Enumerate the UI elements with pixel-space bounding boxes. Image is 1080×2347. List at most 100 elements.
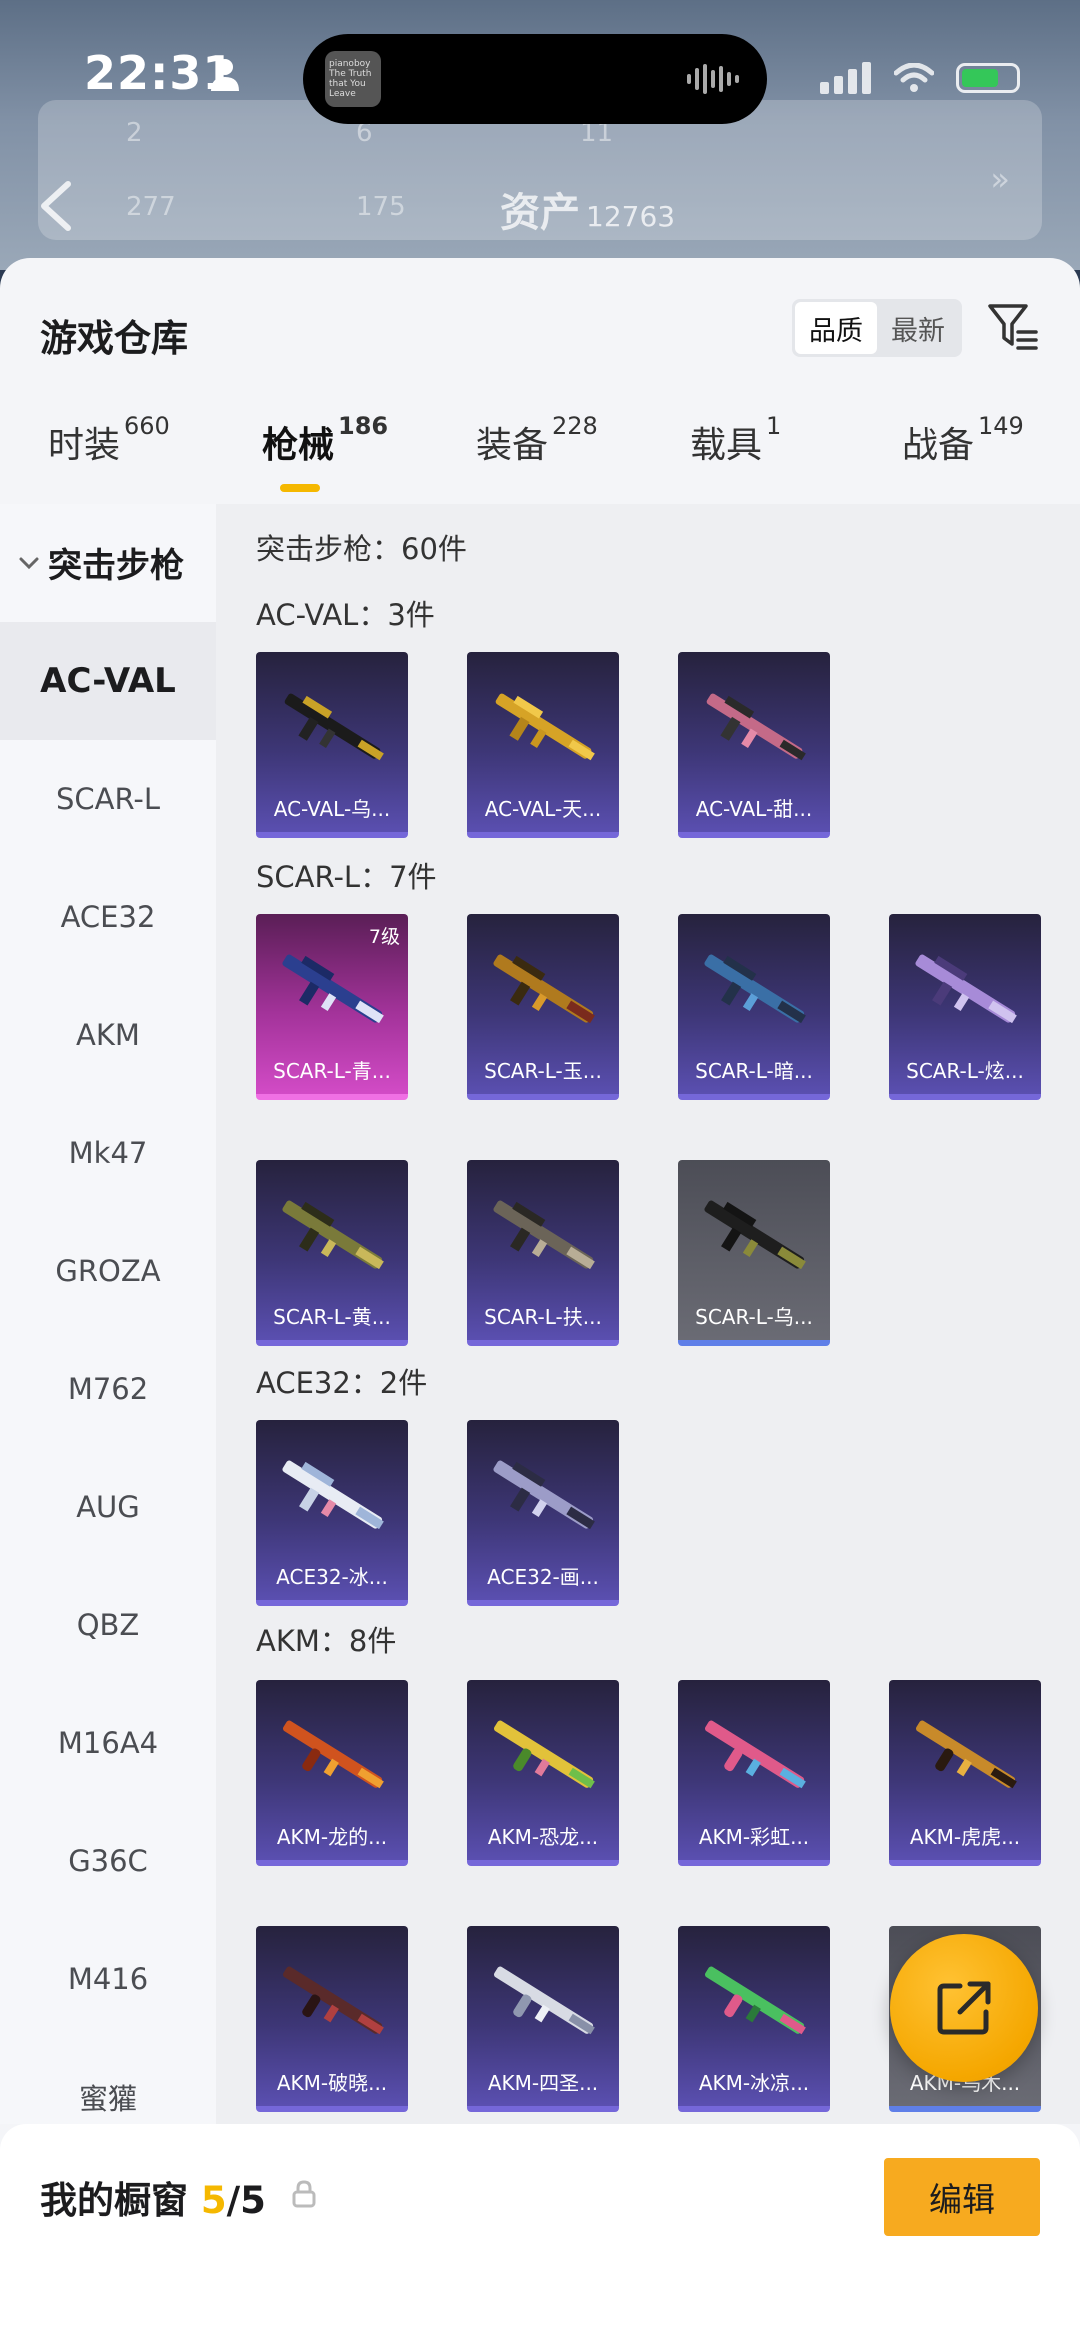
weapon-card[interactable]: SCAR-L-炫... — [889, 914, 1041, 1100]
bg-stat: 175 — [356, 192, 406, 222]
weapon-card-name: SCAR-L-暗... — [695, 1059, 813, 1083]
weapon-card[interactable]: SCAR-L-暗... — [678, 914, 830, 1100]
weapon-card-name: SCAR-L-炫... — [906, 1059, 1024, 1083]
weapon-card-name: AC-VAL-甜... — [695, 797, 813, 821]
rifle-icon — [915, 1720, 1017, 1789]
rifle-icon — [704, 1720, 806, 1789]
lock-icon — [292, 2180, 316, 2208]
rifle-icon — [282, 1720, 384, 1789]
showcase-count: 5 — [200, 2179, 227, 2222]
weapon-card[interactable]: AC-VAL-甜... — [678, 652, 830, 838]
weapon-card-name: AKM-虎虎... — [909, 1825, 1021, 1849]
showcase-label: 我的橱窗 5/5 — [40, 2170, 266, 2224]
weapon-card[interactable]: ACE32-冰... — [256, 1420, 408, 1606]
status-icons — [820, 62, 1020, 94]
rifle-icon — [282, 954, 384, 1024]
weapon-card[interactable]: AC-VAL-天... — [467, 652, 619, 838]
sort-by-quality[interactable]: 品质 — [795, 302, 877, 354]
tab-count: 149 — [978, 412, 1024, 440]
rifle-icon — [282, 1460, 384, 1530]
sidebar-item-aug[interactable]: AUG — [0, 1448, 216, 1566]
weapon-card[interactable]: SCAR-L-玉... — [467, 914, 619, 1100]
share-button[interactable] — [890, 1934, 1038, 2082]
tab-count: 1 — [766, 412, 782, 440]
page-title: 游戏仓库 — [40, 317, 188, 360]
weapon-card[interactable]: 7级 SCAR-L-青... — [256, 914, 408, 1100]
rifle-icon — [706, 693, 806, 761]
sort-by-newest[interactable]: 最新 — [877, 302, 959, 354]
tab-count: 660 — [124, 412, 170, 440]
weapon-card-name: ACE32-画... — [487, 1565, 599, 1589]
warehouse-sheet: 游戏仓库 品质 最新 时装 660 枪械 186 装备 228 载具 1 战备 149 突… — [0, 258, 1080, 2347]
rifle-icon — [493, 1966, 595, 2035]
sidebar-item-m762[interactable]: M762 — [0, 1330, 216, 1448]
sidebar-item-m16a4[interactable]: M16A4 — [0, 1684, 216, 1802]
audio-wave-icon — [687, 64, 739, 94]
tab-equipment[interactable]: 装备 228 — [476, 412, 598, 468]
tab-fashion[interactable]: 时装 660 — [48, 412, 170, 468]
weapon-card-name: SCAR-L-扶... — [484, 1305, 602, 1329]
assets-value: 12763 — [586, 200, 676, 233]
album-thumbnail: pianoboy The Truth that You Leave — [325, 51, 381, 107]
sidebar-item-ac-val[interactable]: AC-VAL — [0, 622, 216, 740]
tab-supplies[interactable]: 战备 149 — [902, 412, 1024, 468]
weapon-card[interactable]: SCAR-L-扶... — [467, 1160, 619, 1346]
weapon-card-name: AKM-破晓... — [276, 2071, 388, 2095]
weapon-card-name: SCAR-L-黄... — [273, 1305, 391, 1329]
rifle-icon — [493, 1200, 595, 1270]
sidebar-item-qbz[interactable]: QBZ — [0, 1566, 216, 1684]
sidebar-item-mk47[interactable]: Mk47 — [0, 1094, 216, 1212]
section-label: ACE32：2件 — [256, 1366, 428, 1400]
rifle-icon — [493, 954, 595, 1024]
dynamic-island: pianoboy The Truth that You Leave — [303, 34, 767, 124]
weapon-card[interactable]: AKM-龙的... — [256, 1680, 408, 1866]
weapon-card[interactable]: AKM-虎虎... — [889, 1680, 1041, 1866]
assets-label: 资产 — [500, 190, 580, 236]
section-label: AC-VAL：3件 — [256, 598, 435, 632]
sort-toggle[interactable]: 品质 最新 — [792, 299, 962, 357]
tab-label: 枪械 — [262, 425, 335, 466]
tab-count: 228 — [552, 412, 598, 440]
tab-vehicles[interactable]: 载具 1 — [690, 412, 781, 468]
weapon-card[interactable]: SCAR-L-乌... — [678, 1160, 830, 1346]
weapon-card[interactable]: AKM-破晓... — [256, 1926, 408, 2112]
weapon-card[interactable]: AKM-恐龙... — [467, 1680, 619, 1866]
weapon-card[interactable]: ACE32-画... — [467, 1420, 619, 1606]
section-label: AKM：8件 — [256, 1624, 397, 1658]
category-header[interactable]: 突击步枪 — [18, 538, 184, 587]
weapon-card-name: AKM-恐龙... — [487, 1825, 599, 1849]
weapon-card[interactable]: AKM-四圣... — [467, 1926, 619, 2112]
weapon-grid: 突击步枪：60件 AC-VAL：3件 AC-VAL-乌... AC-VAL-天.… — [216, 504, 1080, 2124]
sidebar-item-m416[interactable]: M416 — [0, 1920, 216, 2038]
weapon-sidebar: 突击步枪 AC-VAL SCAR-L ACE32 AKM Mk47 GROZA … — [0, 504, 216, 2124]
weapon-card[interactable]: AKM-冰凉... — [678, 1926, 830, 2112]
sidebar-item-akm[interactable]: AKM — [0, 976, 216, 1094]
weapon-card-name: AC-VAL-乌... — [273, 797, 391, 821]
active-tab-indicator — [280, 484, 320, 492]
weapon-card-name: AC-VAL-天... — [484, 797, 602, 821]
category-header-label: 突击步枪 — [48, 546, 184, 586]
sidebar-item-g36c[interactable]: G36C — [0, 1802, 216, 1920]
tab-label: 载具 — [690, 425, 763, 466]
tab-firearms[interactable]: 枪械 186 — [262, 412, 388, 468]
back-arrow-icon[interactable] — [34, 178, 80, 234]
weapon-card-name: AKM-彩虹... — [698, 1825, 810, 1849]
edit-button[interactable]: 编辑 — [884, 2158, 1040, 2236]
filter-icon[interactable] — [986, 300, 1038, 352]
sidebar-item-groza[interactable]: GROZA — [0, 1212, 216, 1330]
rifle-icon — [495, 693, 595, 761]
category-summary: 突击步枪：60件 — [256, 532, 467, 566]
category-tabs: 时装 660 枪械 186 装备 228 载具 1 战备 149 — [0, 412, 1080, 496]
sidebar-item-ace32[interactable]: ACE32 — [0, 858, 216, 976]
section-label: SCAR-L：7件 — [256, 860, 437, 894]
weapon-card-name: AKM-冰凉... — [698, 2071, 810, 2095]
weapon-card-name: AKM-四圣... — [487, 2071, 599, 2095]
person-icon — [211, 59, 239, 91]
chevron-right-icon: » — [990, 160, 1010, 198]
sidebar-item-scar-l[interactable]: SCAR-L — [0, 740, 216, 858]
rifle-icon — [493, 1460, 595, 1530]
weapon-card[interactable]: SCAR-L-黄... — [256, 1160, 408, 1346]
weapon-card[interactable]: AKM-彩虹... — [678, 1680, 830, 1866]
weapon-card[interactable]: AC-VAL-乌... — [256, 652, 408, 838]
showcase-total: /5 — [226, 2179, 266, 2222]
